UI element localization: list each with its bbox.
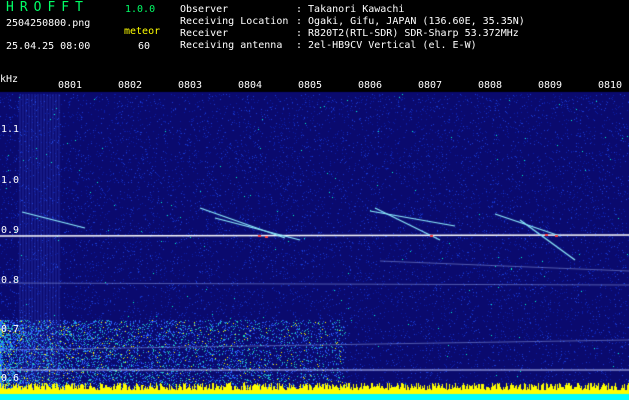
y-tick: 1.1 <box>1 124 20 135</box>
x-tick: 0807 <box>418 80 443 91</box>
app-version: 1.0.0 <box>125 4 156 15</box>
receiver-value: : R820T2(RTL-SDR) SDR-Sharp 53.372MHz <box>296 28 519 39</box>
x-tick: 0809 <box>538 80 563 91</box>
y-tick: 0.6 <box>1 373 20 384</box>
app-logo: HROFFT <box>6 0 89 15</box>
date-time: 25.04.25 08:00 <box>6 41 91 52</box>
observer-value: : Takanori Kawachi <box>296 4 405 15</box>
x-tick: 0803 <box>178 80 203 91</box>
y-tick: 0.7 <box>1 324 20 335</box>
y-tick: 0.9 <box>1 225 20 236</box>
location-value: : Ogaki, Gifu, JAPAN (136.60E, 35.35N) <box>296 16 525 27</box>
header: HROFFT 1.0.0 2504250800.png 25.04.25 08:… <box>0 0 629 78</box>
x-tick: 0808 <box>478 80 503 91</box>
x-tick: 0810 <box>598 80 623 91</box>
antenna-label: Receiving antenna <box>180 40 283 51</box>
receiver-label: Receiver <box>180 28 229 39</box>
file-name: 2504250800.png <box>6 18 91 29</box>
x-tick: 0804 <box>238 80 263 91</box>
location-label: Receiving Location <box>180 16 289 27</box>
y-tick: 0.8 <box>1 275 20 286</box>
y-tick: 1.0 <box>1 175 20 186</box>
antenna-value: : 2el-HB9CV Vertical (el. E-W) <box>296 40 477 51</box>
observer-label: Observer <box>180 4 229 15</box>
mode-value: 60 <box>138 41 151 52</box>
x-tick: 0806 <box>358 80 383 91</box>
x-tick: 0805 <box>298 80 323 91</box>
y-axis-unit: kHz <box>0 74 19 85</box>
x-tick: 0801 <box>58 80 83 91</box>
x-tick: 0802 <box>118 80 143 91</box>
mode-label: meteor <box>124 26 161 37</box>
spectrogram <box>0 78 629 400</box>
